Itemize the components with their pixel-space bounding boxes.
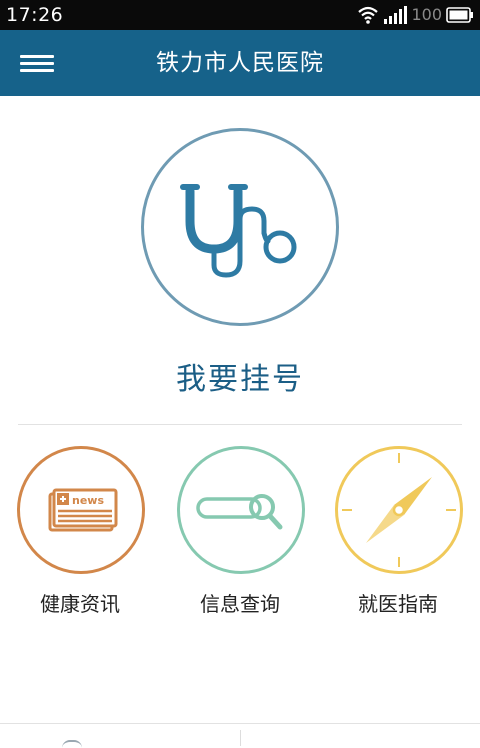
tab-icon (62, 740, 82, 748)
quick-link-health-news[interactable]: news 健康资讯 (0, 444, 160, 624)
medical-guide-circle (335, 446, 463, 574)
compass-icon (342, 453, 456, 567)
status-icons: 100 (357, 4, 474, 26)
signal-icon (384, 6, 408, 24)
battery-level: 100 (411, 5, 442, 24)
battery-icon (446, 7, 473, 23)
register-label[interactable]: 我要挂号 (0, 354, 480, 398)
info-query-circle (177, 446, 305, 574)
register-section: 我要挂号 (0, 96, 480, 426)
news-badge: news (72, 494, 104, 507)
status-bar: 17:26 100 (0, 0, 480, 30)
quick-link-label: 信息查询 (200, 592, 280, 616)
newspaper-icon: news (48, 488, 118, 532)
quick-link-info-query[interactable]: 信息查询 (160, 444, 320, 624)
bottom-tab-bar (0, 723, 480, 746)
stethoscope-icon (180, 184, 297, 278)
bottom-tab-right[interactable] (241, 724, 480, 746)
status-time: 17:26 (6, 4, 64, 26)
section-divider (18, 424, 462, 425)
quick-link-label: 就医指南 (358, 592, 438, 616)
quick-link-medical-guide[interactable]: 就医指南 (318, 444, 478, 624)
page-title: 铁力市人民医院 (156, 50, 324, 76)
wifi-icon (358, 6, 379, 24)
search-bar-icon (196, 494, 283, 530)
register-button[interactable] (141, 128, 339, 326)
quick-links: news 健康资讯 信息查询 就医指南 (0, 444, 480, 624)
quick-link-label: 健康资讯 (40, 592, 120, 616)
health-news-circle: news (17, 446, 145, 574)
bottom-tab-left[interactable] (0, 724, 240, 746)
app-header: 铁力市人民医院 (0, 30, 480, 96)
